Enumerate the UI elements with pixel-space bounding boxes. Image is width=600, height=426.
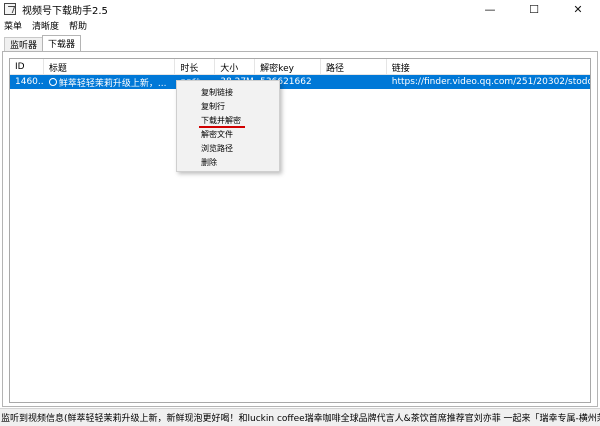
- cell-id: 1460...: [15, 77, 44, 87]
- context-menu-download-decrypt[interactable]: 下载并解密: [177, 113, 279, 128]
- status-text: 监听到视频信息(鲜萃轻轻茉莉升级上新，新鲜现泡更好喝！和luckin coffe…: [1, 414, 600, 424]
- title-bar: 视频号下载助手2.5 — ☐ ✕: [0, 0, 600, 18]
- close-icon[interactable]: ✕: [556, 0, 600, 18]
- column-header-title[interactable]: 标题: [44, 59, 176, 75]
- context-menu-copy-row[interactable]: 复制行: [177, 99, 279, 113]
- column-header-key[interactable]: 解密key: [255, 59, 321, 75]
- maximize-icon[interactable]: ☐: [512, 0, 556, 18]
- video-channel-icon: [48, 78, 57, 86]
- context-menu-decrypt-file[interactable]: 解密文件: [177, 127, 279, 141]
- window-title: 视频号下载助手2.5: [22, 5, 108, 17]
- tab-listener[interactable]: 监听器: [4, 37, 44, 51]
- table-header: ID 标题 时长 大小 解密key 路径 链接: [10, 59, 590, 75]
- app-icon: [4, 3, 16, 15]
- cell-link: https://finder.video.qq.com/251/20302/st…: [391, 77, 590, 87]
- column-header-size[interactable]: 大小: [215, 59, 256, 75]
- cell-path: [321, 75, 387, 89]
- context-menu-browse-path[interactable]: 浏览路径: [177, 141, 279, 155]
- column-header-link[interactable]: 链接: [387, 59, 590, 75]
- table-row[interactable]: 1460... 鲜萃轻轻茉莉升级上新，... 55秒 38.27M 536621…: [10, 75, 590, 89]
- menu-item-help[interactable]: 帮助: [65, 19, 91, 32]
- context-menu-delete[interactable]: 删除: [177, 155, 279, 169]
- menu-item-menu[interactable]: 菜单: [0, 19, 26, 32]
- tab-strip: 监听器 下载器: [4, 35, 82, 51]
- minimize-icon[interactable]: —: [468, 0, 512, 18]
- video-list[interactable]: ID 标题 时长 大小 解密key 路径 链接 1460... 鲜萃轻轻茉莉升级…: [9, 58, 591, 403]
- context-menu-copy-link[interactable]: 复制链接: [177, 85, 279, 99]
- tab-downloader[interactable]: 下载器: [42, 35, 82, 51]
- column-header-duration[interactable]: 时长: [175, 59, 216, 75]
- menu-item-resolution[interactable]: 清晰度: [28, 19, 63, 32]
- window-controls: — ☐ ✕: [468, 0, 600, 18]
- menu-bar: 菜单 清晰度 帮助: [0, 18, 600, 32]
- context-menu: 复制链接 复制行 下载并解密 解密文件 浏览路径 删除: [176, 80, 280, 172]
- cell-title-text: 鲜萃轻轻茉莉升级上新，...: [58, 78, 167, 89]
- status-bar: 监听到视频信息(鲜萃轻轻茉莉升级上新，新鲜现泡更好喝！和luckin coffe…: [0, 408, 600, 426]
- cell-title: 鲜萃轻轻茉莉升级上新，...: [44, 75, 176, 89]
- context-menu-download-decrypt-label: 下载并解密: [201, 115, 241, 125]
- column-header-id[interactable]: ID: [10, 59, 44, 75]
- column-header-path[interactable]: 路径: [321, 59, 387, 75]
